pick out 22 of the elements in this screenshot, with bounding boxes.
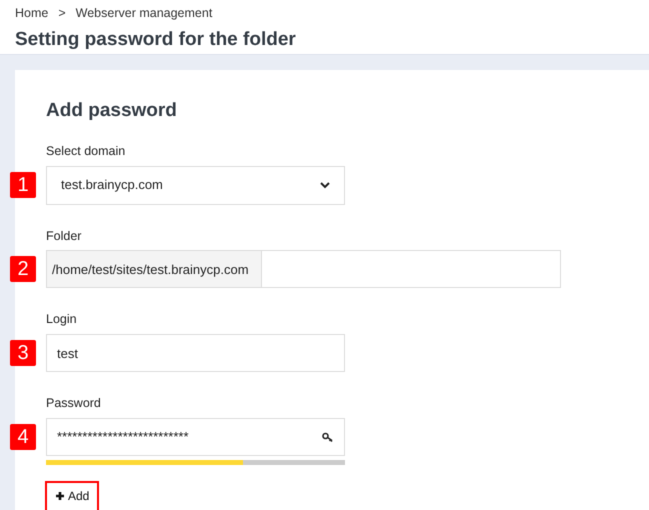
form-title: Add password xyxy=(46,99,178,124)
folder-input[interactable] xyxy=(262,250,561,288)
number-marker: 3 xyxy=(10,340,36,366)
domain-select[interactable]: test.brainycp.com xyxy=(46,166,345,204)
breadcrumb-separator: > xyxy=(58,5,66,22)
number-marker: 1 xyxy=(10,172,36,198)
plus-icon xyxy=(55,491,65,502)
folder-prefix: /home/test/sites/test.brainycp.com xyxy=(46,250,262,288)
add-button[interactable]: Add xyxy=(45,480,100,510)
login-input[interactable]: test xyxy=(46,334,345,372)
field-label: Folder xyxy=(46,228,82,244)
field-label: Password xyxy=(46,395,102,412)
field-label: Select domain xyxy=(46,142,126,160)
password-field[interactable]: ************************** xyxy=(46,418,345,456)
field-label: Login xyxy=(46,311,78,328)
number-marker: 4 xyxy=(10,424,36,450)
number-marker: 2 xyxy=(10,256,36,282)
key-icon xyxy=(322,432,334,442)
breadcrumb-link[interactable]: Webserver management xyxy=(76,4,212,23)
breadcrumb-link[interactable]: Home xyxy=(15,4,48,23)
chevron-down-icon xyxy=(320,182,330,188)
page-title: Setting password for the folder xyxy=(15,28,297,52)
